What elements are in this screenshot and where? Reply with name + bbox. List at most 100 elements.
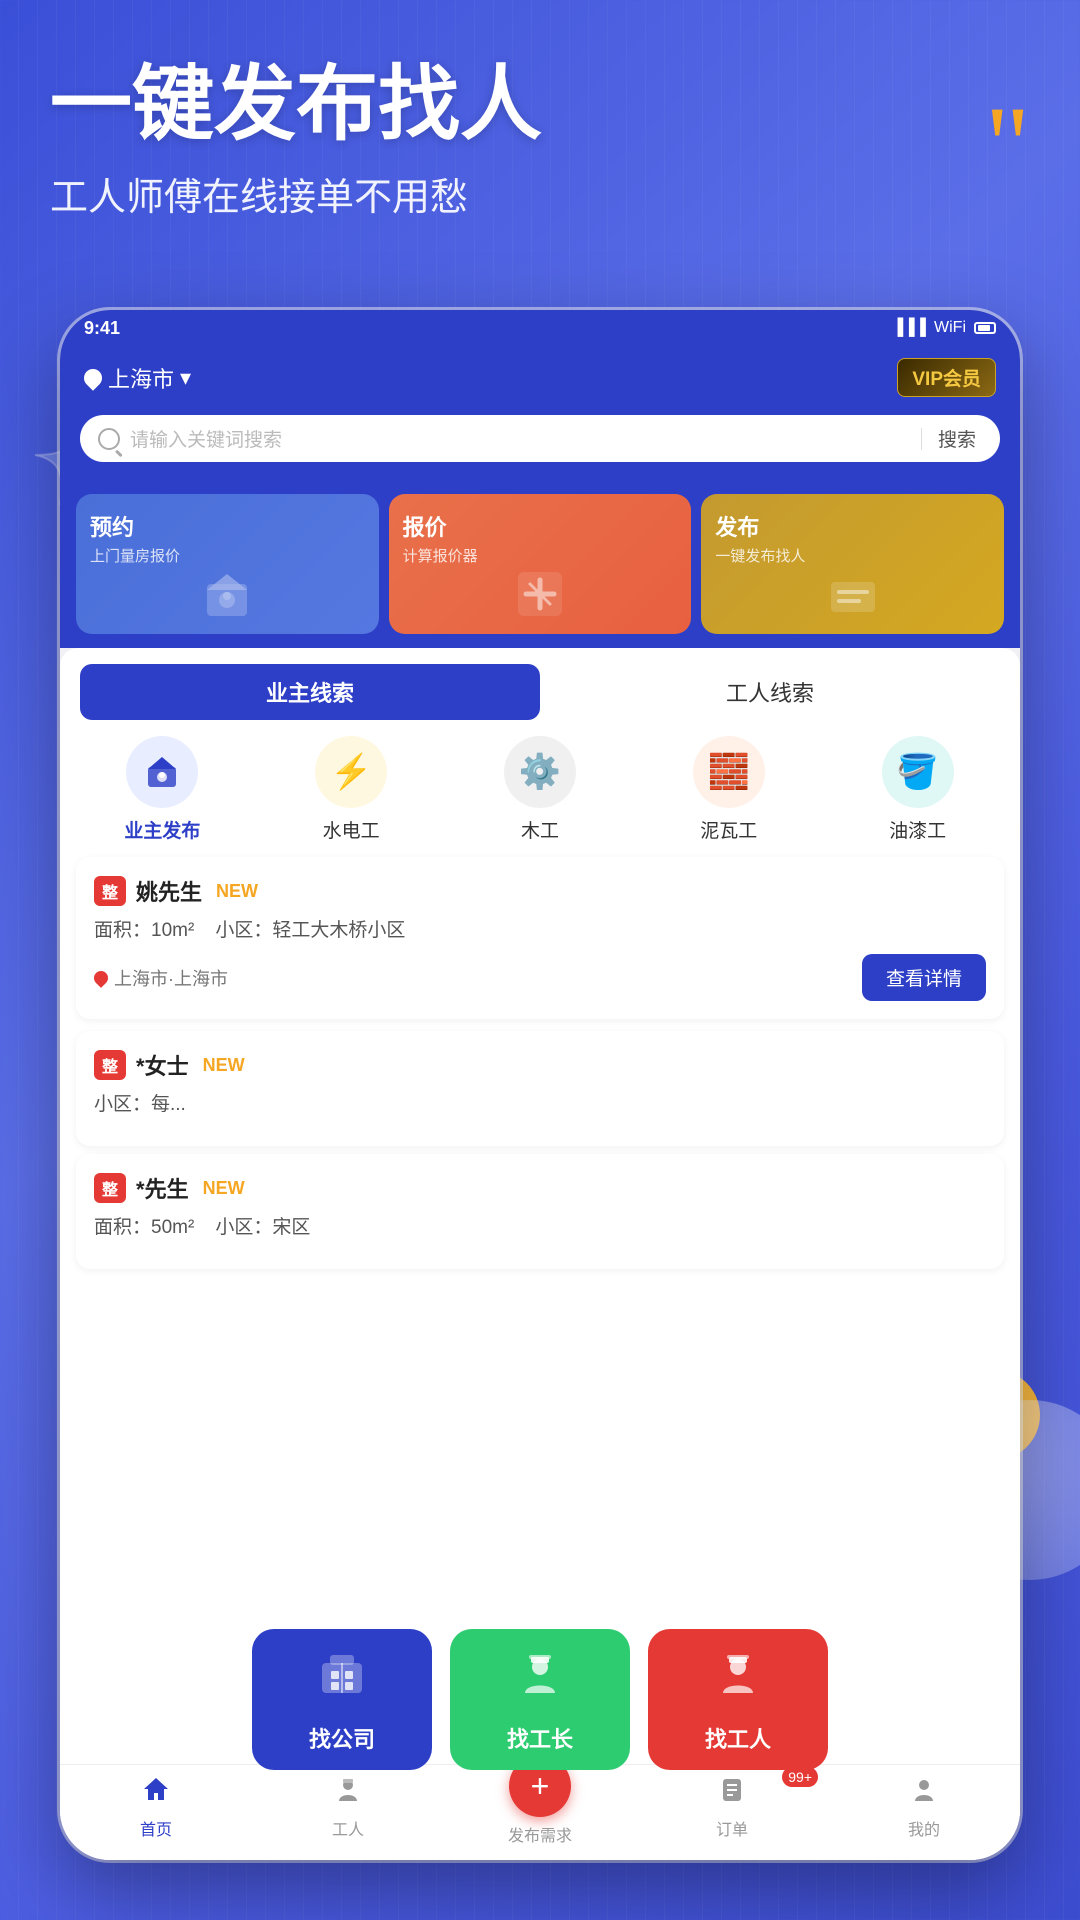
action-card-baojia-sub: 计算报价器 (403, 545, 678, 566)
fab-find-foreman-label: 找工长 (507, 1722, 573, 1754)
search-area: 请输入关键词搜索 搜索 (60, 415, 1020, 480)
nav-mine-label: 我的 (908, 1816, 940, 1840)
status-bar: 9:41 ▐▐▐ WiFi (60, 310, 1020, 346)
nav-worker-label: 工人 (332, 1816, 364, 1840)
listing-0-location: 上海市·上海市 (94, 965, 228, 991)
listing-2-community: 小区：宋区 (215, 1217, 310, 1238)
category-painter-label: 油漆工 (889, 816, 946, 843)
listing-2-header: 整 *先生 NEW (94, 1172, 986, 1204)
search-placeholder: 请输入关键词搜索 (130, 425, 911, 452)
nav-publish-plus-icon: + (531, 1770, 550, 1802)
fab-find-company-label: 找公司 (309, 1722, 375, 1754)
fab-find-foreman[interactable]: 找工长 (450, 1629, 630, 1770)
quote-mark: " (985, 90, 1030, 200)
tab-workers[interactable]: 工人线索 (540, 664, 1000, 720)
listing-card-1: 整 *女士 NEW 小区：每... (76, 1031, 1004, 1146)
vip-badge[interactable]: VIP会员 (897, 358, 996, 397)
nav-worker[interactable]: 工人 (252, 1775, 444, 1846)
battery-icon (974, 322, 996, 334)
action-card-fabu[interactable]: 发布 一键发布找人 (701, 494, 1004, 634)
listing-2-tag: 整 (94, 1173, 126, 1203)
category-owner-publish-icon (126, 736, 198, 808)
sub-title: 工人师傅在线接单不用愁 (50, 166, 1030, 221)
nav-publish[interactable]: + 发布需求 (444, 1775, 636, 1846)
phone-mockup: 9:41 ▐▐▐ WiFi 上海市 ▾ VIP会员 请输入关键词搜索 搜索 (60, 310, 1020, 1860)
location-dot-icon (80, 365, 105, 390)
category-mason-label: 泥瓦工 (700, 816, 757, 843)
wifi-icon: WiFi (934, 319, 966, 337)
listing-0-tag: 整 (94, 876, 126, 906)
listing-1-new-badge: NEW (203, 1055, 245, 1076)
tabs-header: 业主线索 工人线索 (60, 648, 1020, 720)
listing-1-header: 整 *女士 NEW (94, 1049, 986, 1081)
action-card-baojia-icon (403, 566, 678, 622)
location-label: 上海市 (108, 362, 174, 394)
category-mason[interactable]: 🧱 泥瓦工 (679, 736, 779, 843)
search-divider (921, 428, 922, 450)
find-worker-icon (713, 1649, 763, 1710)
listing-2-new-badge: NEW (203, 1178, 245, 1199)
fab-find-worker[interactable]: 找工人 (648, 1629, 828, 1770)
listing-0-detail-btn[interactable]: 查看详情 (862, 954, 986, 1001)
category-owner-publish[interactable]: 业主发布 (112, 736, 212, 843)
nav-home-label: 首页 (140, 1816, 172, 1840)
nav-worker-icon (334, 1775, 362, 1811)
action-card-yuyue-icon (90, 566, 365, 622)
find-foreman-icon (515, 1649, 565, 1710)
action-card-baojia[interactable]: 报价 计算报价器 (389, 494, 692, 634)
bottom-nav: 首页 工人 + 发布需求 (60, 1764, 1020, 1860)
nav-mine[interactable]: 我的 (828, 1775, 1020, 1846)
category-plumber-label: 水电工 (323, 816, 380, 843)
category-plumber-icon: ⚡ (315, 736, 387, 808)
listing-0-area: 面积：10m² (94, 920, 194, 941)
category-carpenter-label: 木工 (521, 816, 559, 843)
search-button[interactable]: 搜索 (932, 425, 982, 452)
nav-publish-label: 发布需求 (508, 1822, 572, 1846)
status-icons: ▐▐▐ WiFi (892, 319, 996, 337)
listing-0-detail: 面积：10m² 小区：轻工大木桥小区 (94, 915, 986, 942)
status-time: 9:41 (84, 318, 120, 339)
category-mason-icon: 🧱 (693, 736, 765, 808)
action-card-fabu-title: 发布 (715, 510, 990, 542)
top-nav: 上海市 ▾ VIP会员 (60, 346, 1020, 415)
listing-2-name: *先生 (136, 1172, 189, 1204)
location-button[interactable]: 上海市 ▾ (84, 362, 191, 394)
listing-0-header: 整 姚先生 NEW (94, 875, 986, 907)
main-title: 一键发布找人 (50, 60, 1030, 150)
listing-card-0: 整 姚先生 NEW 面积：10m² 小区：轻工大木桥小区 上海市·上海市 (76, 857, 1004, 1019)
action-card-yuyue-sub: 上门量房报价 (90, 545, 365, 566)
categories: 业主发布 ⚡ 水电工 ⚙️ 木工 🧱 (60, 720, 1020, 853)
listing-card-2: 整 *先生 NEW 面积：50m² 小区：宋区 (76, 1154, 1004, 1269)
listing-1-name: *女士 (136, 1049, 189, 1081)
category-painter-icon: 🪣 (882, 736, 954, 808)
nav-mine-icon (910, 1775, 938, 1811)
action-card-fabu-icon (715, 566, 990, 622)
action-card-baojia-title: 报价 (403, 510, 678, 542)
location-pin-icon (91, 968, 111, 988)
tab-owners[interactable]: 业主线索 (80, 664, 540, 720)
category-carpenter[interactable]: ⚙️ 木工 (490, 736, 590, 843)
category-plumber[interactable]: ⚡ 水电工 (301, 736, 401, 843)
action-card-fabu-sub: 一键发布找人 (715, 545, 990, 566)
find-company-icon (317, 1649, 367, 1710)
fab-find-company[interactable]: 找公司 (252, 1629, 432, 1770)
search-bar[interactable]: 请输入关键词搜索 搜索 (80, 415, 1000, 462)
orders-notification-badge: 99+ (782, 1767, 818, 1787)
nav-orders-label: 订单 (716, 1816, 748, 1840)
listing-0-footer: 上海市·上海市 查看详情 (94, 954, 986, 1001)
nav-orders[interactable]: 99+ 订单 (636, 1775, 828, 1846)
fab-overlay: 找公司 找工长 (60, 1629, 1020, 1770)
fab-find-worker-label: 找工人 (705, 1722, 771, 1754)
quick-actions: 预约 上门量房报价 报价 计算报价器 (60, 480, 1020, 648)
nav-home-icon (142, 1775, 170, 1811)
location-arrow-icon: ▾ (180, 365, 191, 391)
listing-1-detail: 小区：每... (94, 1089, 986, 1116)
listing-1-tag: 整 (94, 1050, 126, 1080)
action-card-yuyue[interactable]: 预约 上门量房报价 (76, 494, 379, 634)
category-owner-publish-label: 业主发布 (124, 816, 200, 843)
phone-inner: 9:41 ▐▐▐ WiFi 上海市 ▾ VIP会员 请输入关键词搜索 搜索 (60, 310, 1020, 1860)
nav-orders-icon (718, 1775, 746, 1811)
action-card-yuyue-title: 预约 (90, 510, 365, 542)
category-painter[interactable]: 🪣 油漆工 (868, 736, 968, 843)
nav-home[interactable]: 首页 (60, 1775, 252, 1846)
